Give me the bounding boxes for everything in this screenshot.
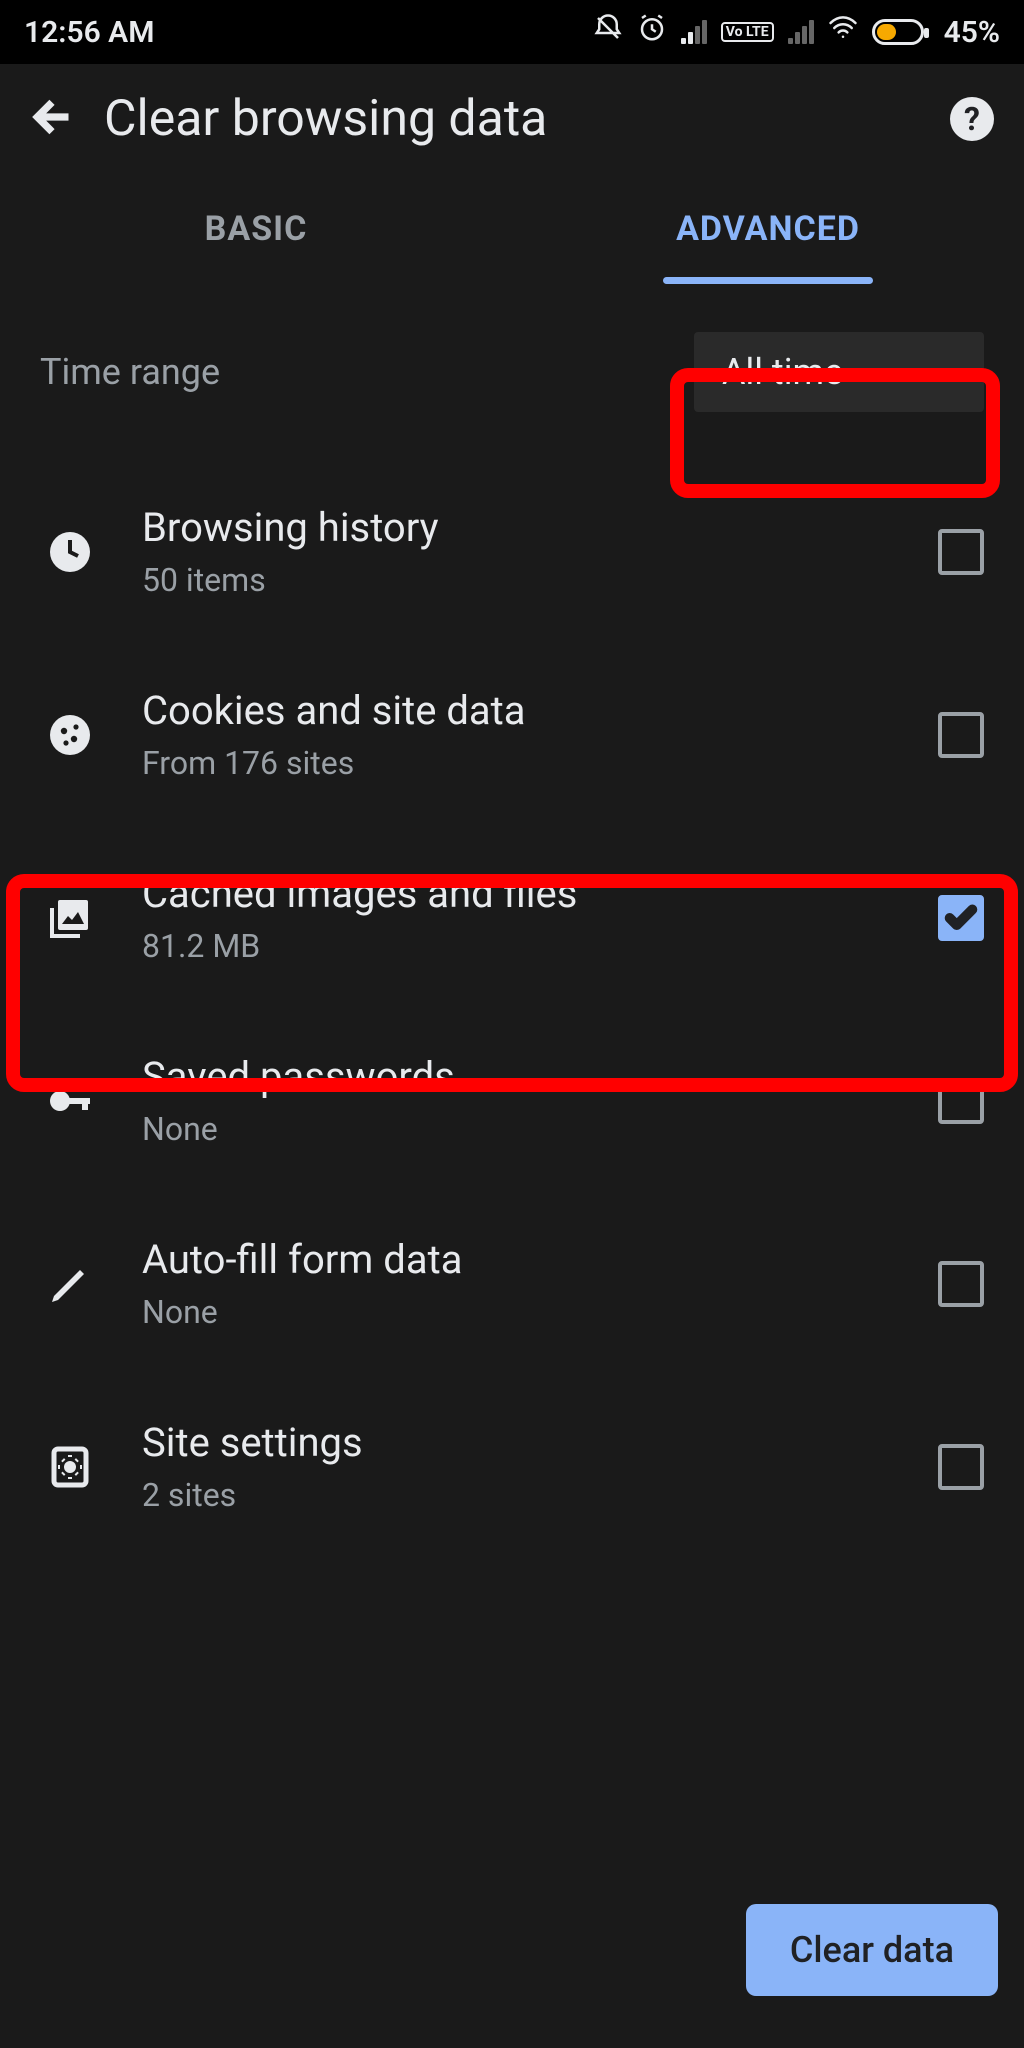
help-button[interactable]: ? [950,97,994,141]
option-title: Auto-fill form data [142,1236,896,1283]
option-subtitle: 81.2 MB [142,927,896,965]
checkbox[interactable] [938,895,984,941]
battery-icon [872,19,924,45]
cookie-icon [40,711,100,759]
time-range-dropdown[interactable]: All time [694,332,984,412]
option-autofill[interactable]: Auto-fill form data None [0,1192,1024,1375]
settings-page-icon [40,1443,100,1491]
option-subtitle: 50 items [142,561,896,599]
signal-1-icon [681,20,707,44]
option-title: Site settings [142,1419,896,1466]
image-stack-icon [40,894,100,942]
clear-data-button[interactable]: Clear data [746,1904,998,1996]
app-header: Clear browsing data ? [0,64,1024,174]
option-cached-images[interactable]: Cached images and files 81.2 MB [0,826,1024,1009]
tab-basic[interactable]: BASIC [0,174,512,284]
pencil-icon [40,1260,100,1308]
checkbox[interactable] [938,712,984,758]
chevron-down-icon [932,360,956,384]
signal-2-icon [788,20,814,44]
checkbox[interactable] [938,529,984,575]
alarm-icon [637,13,667,51]
time-range-label: Time range [40,351,220,393]
option-title: Cached images and files [142,870,896,917]
checkbox[interactable] [938,1078,984,1124]
page-title: Clear browsing data [104,90,920,148]
clear-data-label: Clear data [790,1929,954,1971]
status-bar: 12:56 AM Vo LTE 45% [0,0,1024,64]
option-subtitle: 2 sites [142,1476,896,1514]
options-list: Browsing history 50 items Cookies and si… [0,460,1024,1558]
option-browsing-history[interactable]: Browsing history 50 items [0,460,1024,643]
screen-root: 12:56 AM Vo LTE 45% [0,0,1024,2048]
back-button[interactable] [30,95,74,143]
battery-pct: 45% [944,15,1000,50]
clock-icon [40,528,100,576]
option-site-settings[interactable]: Site settings 2 sites [0,1375,1024,1558]
tabs: BASIC ADVANCED [0,174,1024,284]
option-saved-passwords[interactable]: Saved passwords None [0,1009,1024,1192]
tab-advanced[interactable]: ADVANCED [512,174,1024,284]
option-cookies[interactable]: Cookies and site data From 176 sites [0,643,1024,826]
option-subtitle: None [142,1110,896,1148]
time-range-value: All time [722,351,843,393]
option-subtitle: From 176 sites [142,744,896,782]
option-title: Cookies and site data [142,687,896,734]
option-subtitle: None [142,1293,896,1331]
time-range-row: Time range All time [0,284,1024,460]
checkbox[interactable] [938,1444,984,1490]
check-icon [944,901,978,935]
checkbox[interactable] [938,1261,984,1307]
status-right: Vo LTE 45% [593,13,1000,51]
option-title: Saved passwords [142,1053,896,1100]
key-icon [40,1077,100,1125]
option-title: Browsing history [142,504,896,551]
mute-icon [593,13,623,51]
wifi-icon [828,13,858,51]
volte-icon: Vo LTE [721,22,774,42]
status-time: 12:56 AM [24,15,154,50]
